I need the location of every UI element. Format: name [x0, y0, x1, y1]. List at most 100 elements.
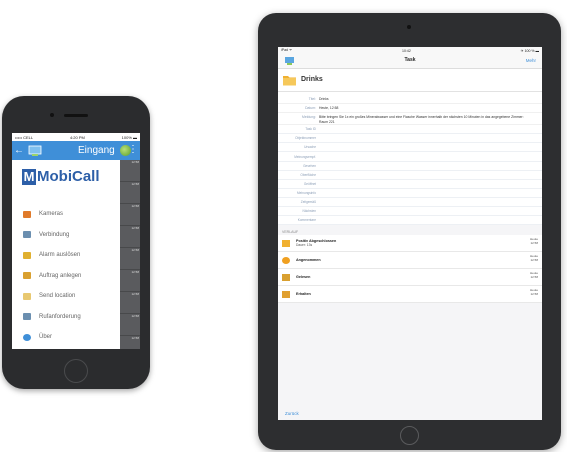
- history-time: 12:58: [530, 274, 538, 279]
- field-title: Titel: Drinks: [278, 95, 542, 104]
- history-timestamp: Heute 12:58: [530, 272, 538, 279]
- logo-text: MobiCall: [37, 168, 100, 185]
- info-icon: [23, 333, 31, 341]
- camera-icon: [23, 210, 31, 218]
- task-details: Titel: Drinks Datum: Heute, 12:58 Meldun…: [278, 92, 542, 126]
- field-label: Oberfläche: [300, 172, 316, 177]
- menu-item-label: Auftrag anlegen: [39, 272, 82, 279]
- empty-field[interactable]: Zeitgemäß: [278, 197, 542, 208]
- menu-item-kameras[interactable]: Kameras: [12, 204, 120, 225]
- list-item: 12:58: [120, 314, 140, 336]
- history-title: Erhalten: [296, 292, 311, 297]
- menu-item-alarm[interactable]: Alarm auslösen: [12, 245, 120, 266]
- field-label: Meldung:: [302, 115, 316, 119]
- history-time: 12:58: [530, 291, 538, 296]
- connection-icon: [23, 231, 31, 239]
- history-title: Gelesen: [296, 275, 311, 280]
- menu-item-verbindung[interactable]: Verbindung: [12, 225, 120, 246]
- history-subtitle: Dauer: 13s: [296, 243, 313, 248]
- empty-field[interactable]: Gesehen: [278, 161, 542, 171]
- empty-field[interactable]: Ursache: [278, 143, 542, 153]
- empty-field[interactable]: Task ID: [278, 125, 542, 135]
- call-request-icon: [23, 313, 31, 321]
- list-item: 12:58: [120, 160, 140, 182]
- battery-label: ✈ 100 % ▬: [520, 48, 539, 53]
- overflow-menu-icon[interactable]: ⋮: [128, 144, 138, 155]
- phone-app-bar: ← Eingang ⋮: [12, 141, 140, 160]
- field-label: Ursache: [304, 145, 316, 150]
- menu-item-rufanforderung[interactable]: Rufanforderung: [12, 307, 120, 328]
- front-camera: [407, 25, 411, 29]
- field-label: Zeitgemäß: [300, 199, 316, 204]
- field-label: Meinungsempf.: [294, 154, 316, 159]
- field-message: Meldung: Bitte bringen Sie 1x ein großes…: [278, 113, 542, 126]
- task-header: Drinks: [278, 69, 542, 92]
- empty-field[interactable]: Meinungsempf.: [278, 152, 542, 162]
- list-item: 12:58: [120, 182, 140, 204]
- inbox-title: Eingang: [78, 145, 115, 156]
- battery-label: 100% ▬: [121, 134, 137, 140]
- iphone-device: ••••• CELL 4:20 PM 100% ▬ ← Eingang ⋮ 12…: [2, 96, 150, 389]
- field-label: Datum:: [305, 106, 316, 110]
- ipad-home-button[interactable]: [400, 426, 419, 445]
- alarm-icon: [23, 251, 31, 259]
- field-label: Meinungsinfo: [297, 190, 316, 195]
- page-title: Task: [404, 57, 416, 63]
- empty-field[interactable]: Meinungsinfo: [278, 188, 542, 198]
- background-list: 12:58 12:58 12:58 12:58 12:58 12:58 12:5…: [120, 160, 140, 349]
- list-item: 12:58: [120, 226, 140, 248]
- field-value: Heute, 12:58: [319, 106, 339, 110]
- menu-item-label: Alarm auslösen: [39, 252, 81, 259]
- empty-field-list: Task ID Objektnummer Ursache Meinungsemp…: [278, 125, 542, 226]
- ipad-status-bar: iPad ᯤ 10:42 ✈ 100 % ▬: [278, 47, 542, 54]
- history-row[interactable]: Positiv Abgeschlossen Dauer: 13s Heute 1…: [278, 235, 542, 253]
- field-label: Objektnummer: [295, 136, 316, 141]
- list-item: 12:58: [120, 248, 140, 270]
- drawer-menu: Kameras Verbindung Alarm auslösen Auftra…: [12, 204, 120, 348]
- carrier-label: ••••• CELL: [15, 134, 34, 140]
- back-arrow-icon[interactable]: ←: [12, 145, 26, 156]
- history-timestamp: Heute 12:58: [530, 289, 538, 296]
- empty-field[interactable]: Nächsten: [278, 207, 542, 217]
- phone-speaker: [64, 114, 88, 117]
- menu-item-label: Kameras: [39, 211, 64, 218]
- read-icon: [282, 273, 290, 281]
- front-camera: [50, 113, 54, 117]
- empty-field[interactable]: Geöffnet: [278, 179, 542, 189]
- phone-screen: ••••• CELL 4:20 PM 100% ▬ ← Eingang ⋮ 12…: [12, 133, 140, 349]
- menu-item-auftrag[interactable]: Auftrag anlegen: [12, 266, 120, 287]
- history-row[interactable]: Angenommen Heute 12:58: [278, 252, 542, 270]
- menu-item-ueber[interactable]: Über: [12, 327, 120, 348]
- history-time: 12:58: [530, 240, 538, 245]
- empty-field[interactable]: Oberfläche: [278, 170, 542, 180]
- menu-item-label: Über: [39, 334, 53, 341]
- back-button[interactable]: Zurück: [285, 411, 299, 416]
- field-value: Drinks: [319, 97, 329, 101]
- history-row[interactable]: Erhalten Heute 12:58: [278, 286, 542, 304]
- status-time: 10:42: [402, 48, 411, 53]
- field-label: Titel:: [308, 97, 316, 101]
- history-title: Angenommen: [296, 258, 321, 263]
- app-logo-icon: [28, 145, 42, 156]
- field-label: Nächsten: [302, 209, 316, 214]
- phone-home-button[interactable]: [64, 359, 88, 383]
- ipad-device: iPad ᯤ 10:42 ✈ 100 % ▬ Task Mehr Drinks …: [258, 13, 561, 450]
- list-item: 12:58: [120, 336, 140, 349]
- ipad-screen: iPad ᯤ 10:42 ✈ 100 % ▬ Task Mehr Drinks …: [278, 47, 542, 420]
- empty-field[interactable]: Kommentare: [278, 216, 542, 226]
- navigation-drawer: M MobiCall Kameras Verbindung Alarm ausl…: [12, 160, 120, 349]
- logo-letter: M: [22, 168, 36, 185]
- list-item: 12:58: [120, 292, 140, 314]
- more-button[interactable]: Mehr: [526, 58, 536, 63]
- menu-item-label: Verbindung: [39, 231, 70, 238]
- empty-field[interactable]: Objektnummer: [278, 134, 542, 144]
- menu-item-send-location[interactable]: Send location: [12, 286, 120, 307]
- received-icon: [282, 290, 290, 298]
- status-time: 4:20 PM: [69, 134, 85, 140]
- field-label: Task ID: [305, 127, 316, 132]
- history-timestamp: Heute 12:58: [530, 255, 538, 262]
- menu-item-label: Send location: [39, 293, 76, 300]
- folder-icon: [282, 239, 290, 247]
- ipad-nav-bar: Task Mehr: [278, 54, 542, 69]
- history-row[interactable]: Gelesen Heute 12:58: [278, 269, 542, 287]
